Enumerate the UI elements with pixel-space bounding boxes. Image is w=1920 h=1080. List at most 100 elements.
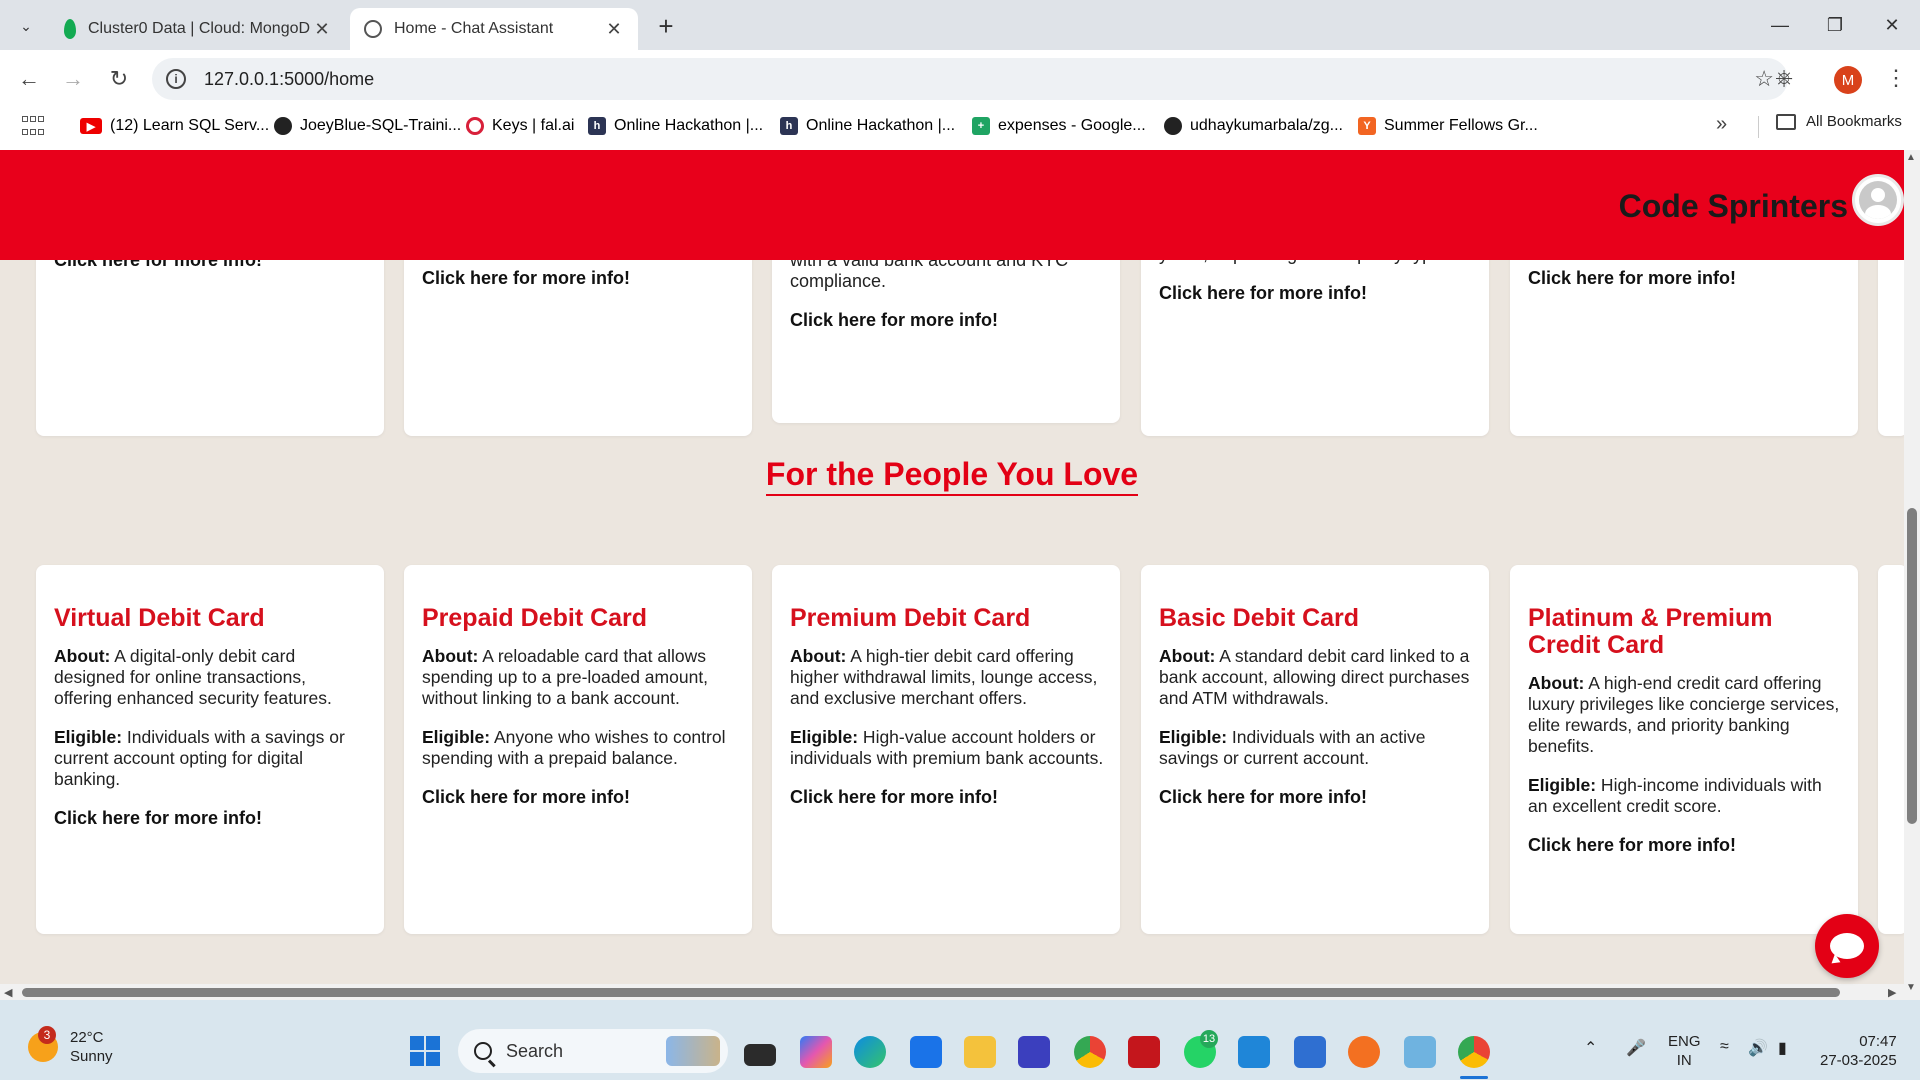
youtube-icon: ▶ <box>80 118 102 134</box>
more-info-link[interactable]: Click here for more info! <box>1159 787 1473 808</box>
hackerearth-icon: h <box>588 117 606 135</box>
more-info-link[interactable]: Click here for more info! <box>1159 283 1447 304</box>
site-header: Code Sprinters <box>0 150 1904 260</box>
more-info-link[interactable]: Click here for more info! <box>422 787 736 808</box>
vscode-icon[interactable] <box>1238 1036 1270 1068</box>
eligible-label: Eligible: <box>1159 727 1228 747</box>
tray-chevron-up-icon[interactable]: ⌃ <box>1584 1038 1597 1058</box>
file-explorer-icon[interactable] <box>964 1036 996 1068</box>
tab-search-chevron-icon[interactable]: ⌄ <box>12 12 40 40</box>
weather-widget[interactable]: 3 22°C Sunny <box>28 1026 113 1066</box>
copilot-icon[interactable] <box>800 1036 832 1068</box>
about-label: About: <box>1528 673 1585 693</box>
taskbar-search[interactable]: Search <box>458 1029 728 1073</box>
bookmark-label: Summer Fellows Gr... <box>1384 117 1538 134</box>
more-info-link[interactable]: Click here for more info! <box>790 310 1068 331</box>
more-info-link[interactable]: Click here for more info! <box>422 268 630 289</box>
eligible-label: Eligible: <box>54 727 123 747</box>
tab-chat-assistant[interactable]: Home - Chat Assistant ✕ <box>350 8 638 50</box>
extensions-puzzle-icon[interactable]: ⎈ <box>1770 64 1798 92</box>
more-info-link[interactable]: Click here for more info! <box>54 808 368 829</box>
card-about: About: A reloadable card that allows spe… <box>422 646 736 709</box>
more-info-link[interactable]: Click here for more info! <box>790 787 1104 808</box>
card-title: Premium Debit Card <box>790 604 1031 632</box>
mongodb-leaf-icon <box>64 19 76 39</box>
scroll-right-arrow-icon[interactable]: ▶ <box>1888 986 1896 999</box>
about-label: About: <box>790 646 847 666</box>
windows-start-icon[interactable] <box>410 1036 440 1066</box>
chat-assistant-button[interactable] <box>1815 914 1879 978</box>
taskbar: 3 22°C Sunny Search 13 ⌃ 🎤 ENG IN ≈ 🔊 ▮ … <box>0 1000 1920 1080</box>
page-viewport: Code Sprinters Click here for more info!… <box>0 150 1920 1000</box>
search-highlight-icon <box>666 1036 720 1066</box>
minimize-button[interactable]: — <box>1760 10 1800 40</box>
language-indicator[interactable]: ENG IN <box>1668 1032 1701 1070</box>
snipping-tool-icon[interactable] <box>1404 1036 1436 1068</box>
microsoft-store-icon[interactable] <box>910 1036 942 1068</box>
battery-icon[interactable]: ▮ <box>1778 1038 1787 1058</box>
clock[interactable]: 07:47 27-03-2025 <box>1820 1032 1897 1070</box>
forward-arrow-icon[interactable]: → <box>58 64 88 94</box>
bookmark-item[interactable]: h Online Hackathon |... <box>588 113 763 139</box>
microphone-icon[interactable]: 🎤 <box>1626 1038 1646 1058</box>
more-info-link[interactable]: Click here for more info! <box>1528 835 1842 856</box>
volume-icon[interactable]: 🔊 <box>1748 1038 1768 1058</box>
scroll-up-arrow-icon[interactable]: ▲ <box>1906 152 1916 163</box>
bookmark-item[interactable]: JoeyBlue-SQL-Traini... <box>274 113 461 139</box>
bookmark-item[interactable]: Y Summer Fellows Gr... <box>1358 113 1538 139</box>
postman-icon[interactable] <box>1348 1036 1380 1068</box>
bookmark-label: (12) Learn SQL Serv... <box>110 117 270 134</box>
close-tab-icon[interactable]: ✕ <box>604 19 624 40</box>
all-bookmarks-button[interactable]: All Bookmarks <box>1776 113 1902 130</box>
mcafee-icon[interactable] <box>1128 1036 1160 1068</box>
more-info-link[interactable]: Click here for more info! <box>1528 268 1736 289</box>
bookmark-item[interactable]: h Online Hackathon |... <box>780 113 955 139</box>
weather-badge: 3 <box>38 1026 56 1044</box>
reload-icon[interactable]: ↻ <box>104 64 134 94</box>
new-tab-button[interactable]: + <box>652 11 680 41</box>
more-menu-icon[interactable]: ⋮ <box>1882 64 1910 92</box>
task-view-icon[interactable] <box>744 1044 776 1066</box>
notepad-icon[interactable] <box>1294 1036 1326 1068</box>
chrome-profile-icon[interactable] <box>1458 1036 1490 1068</box>
vertical-scrollbar[interactable]: ▲ ▼ <box>1904 150 1920 1000</box>
active-app-indicator <box>1460 1076 1488 1079</box>
tab-mongodb[interactable]: Cluster0 Data | Cloud: MongoD ✕ <box>50 8 346 50</box>
card-eligible: Eligible: Individuals with a savings or … <box>54 727 368 790</box>
site-brand[interactable]: Code Sprinters <box>1619 188 1848 225</box>
bookmark-item[interactable]: + expenses - Google... <box>972 113 1146 139</box>
more-bookmarks-chevron-icon[interactable]: » <box>1716 113 1727 136</box>
bookmark-label: Keys | fal.ai <box>492 117 575 134</box>
vertical-scroll-thumb[interactable] <box>1907 508 1917 824</box>
bookmark-item[interactable]: Keys | fal.ai <box>466 113 574 139</box>
powerautomate-icon[interactable] <box>1018 1036 1050 1068</box>
back-arrow-icon[interactable]: ← <box>14 64 44 94</box>
card-eligible: Eligible: High-value account holders or … <box>790 727 1104 769</box>
section-title-text: For the People You Love <box>765 456 1139 496</box>
chrome-icon[interactable] <box>1074 1036 1106 1068</box>
card-eligible: Eligible: Individuals with an active sav… <box>1159 727 1473 769</box>
restore-button[interactable]: ❐ <box>1815 10 1855 40</box>
card-platinum-credit: Platinum & Premium Credit Card About: A … <box>1510 565 1858 934</box>
product-card: years, depending on the policy type. Cli… <box>1141 244 1489 436</box>
edge-icon[interactable] <box>854 1036 886 1068</box>
scroll-down-arrow-icon[interactable]: ▼ <box>1906 982 1916 993</box>
fal-icon <box>466 117 484 135</box>
bookmark-item[interactable]: udhaykumarbala/zg... <box>1164 113 1343 139</box>
scroll-left-arrow-icon[interactable]: ◀ <box>4 986 12 999</box>
horizontal-scroll-thumb[interactable] <box>22 988 1840 997</box>
bookmark-item[interactable]: ▶ (12) Learn SQL Serv... <box>80 113 269 139</box>
close-tab-icon[interactable]: ✕ <box>312 19 332 40</box>
taskbar-search-label: Search <box>506 1040 564 1061</box>
address-bar[interactable]: i 127.0.0.1:5000/home ☆ <box>152 58 1788 100</box>
wifi-icon[interactable]: ≈ <box>1720 1038 1729 1056</box>
apps-grid-icon[interactable] <box>22 116 46 140</box>
close-window-button[interactable]: ✕ <box>1872 10 1912 40</box>
site-info-icon[interactable]: i <box>166 69 186 89</box>
about-label: About: <box>54 646 111 666</box>
clock-date: 27-03-2025 <box>1820 1052 1897 1069</box>
user-avatar-icon[interactable] <box>1852 174 1904 226</box>
profile-avatar[interactable]: M <box>1834 66 1862 94</box>
bookmark-label: Online Hackathon |... <box>614 117 764 134</box>
horizontal-scrollbar[interactable]: ◀ ▶ <box>0 984 1904 1000</box>
